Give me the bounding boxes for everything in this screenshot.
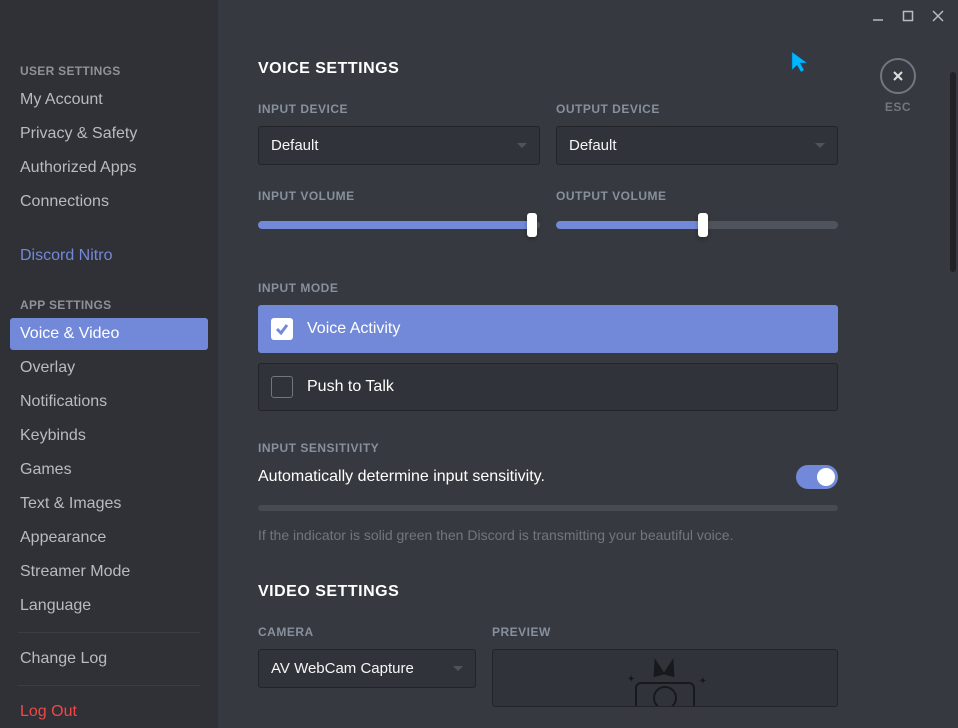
push-to-talk-label: Push to Talk — [307, 378, 394, 396]
settings-sidebar: USER SETTINGS My Account Privacy & Safet… — [0, 0, 218, 728]
sidebar-header-user-settings: USER SETTINGS — [10, 60, 208, 84]
sidebar-item-my-account[interactable]: My Account — [10, 84, 208, 116]
window-minimize-button[interactable] — [870, 8, 886, 24]
window-maximize-button[interactable] — [900, 8, 916, 24]
input-mode-push-to-talk[interactable]: Push to Talk — [258, 363, 838, 411]
chevron-down-icon — [815, 143, 825, 148]
chevron-down-icon — [517, 143, 527, 148]
sidebar-item-appearance[interactable]: Appearance — [10, 522, 208, 554]
input-device-value: Default — [271, 137, 319, 154]
input-mode-voice-activity[interactable]: Voice Activity — [258, 305, 838, 353]
input-device-dropdown[interactable]: Default — [258, 126, 540, 165]
sensitivity-indicator — [258, 505, 838, 511]
sidebar-item-keybinds[interactable]: Keybinds — [10, 420, 208, 452]
input-volume-slider[interactable] — [258, 213, 540, 237]
chevron-down-icon — [453, 666, 463, 671]
sidebar-item-streamer-mode[interactable]: Streamer Mode — [10, 556, 208, 588]
sensitivity-hint: If the indicator is solid green then Dis… — [258, 527, 838, 543]
output-device-dropdown[interactable]: Default — [556, 126, 838, 165]
sidebar-item-games[interactable]: Games — [10, 454, 208, 486]
sidebar-item-overlay[interactable]: Overlay — [10, 352, 208, 384]
camera-icon: ✦ ✦ — [625, 656, 705, 706]
sidebar-item-change-log[interactable]: Change Log — [10, 643, 208, 675]
voice-activity-label: Voice Activity — [307, 320, 400, 338]
voice-settings-title: VOICE SETTINGS — [258, 60, 838, 78]
sidebar-item-privacy-safety[interactable]: Privacy & Safety — [10, 118, 208, 150]
output-device-value: Default — [569, 137, 617, 154]
input-sensitivity-label: INPUT SENSITIVITY — [258, 441, 838, 455]
sidebar-item-notifications[interactable]: Notifications — [10, 386, 208, 418]
sidebar-header-app-settings: APP SETTINGS — [10, 294, 208, 318]
checkbox-checked-icon — [271, 318, 293, 340]
sidebar-item-text-images[interactable]: Text & Images — [10, 488, 208, 520]
camera-dropdown[interactable]: AV WebCam Capture — [258, 649, 476, 688]
output-device-label: OUTPUT DEVICE — [556, 102, 838, 116]
input-volume-label: INPUT VOLUME — [258, 189, 540, 203]
output-volume-slider[interactable] — [556, 213, 838, 237]
scrollbar[interactable] — [950, 30, 958, 728]
video-settings-title: VIDEO SETTINGS — [258, 583, 838, 601]
input-device-label: INPUT DEVICE — [258, 102, 540, 116]
sidebar-item-voice-video[interactable]: Voice & Video — [10, 318, 208, 350]
window-close-button[interactable] — [930, 8, 946, 24]
sidebar-item-log-out[interactable]: Log Out — [10, 696, 208, 728]
sidebar-item-language[interactable]: Language — [10, 590, 208, 622]
input-mode-label: INPUT MODE — [258, 281, 838, 295]
camera-preview: ✦ ✦ — [492, 649, 838, 707]
preview-label: PREVIEW — [492, 625, 838, 639]
auto-sensitivity-text: Automatically determine input sensitivit… — [258, 468, 545, 486]
checkbox-unchecked-icon — [271, 376, 293, 398]
auto-sensitivity-toggle[interactable] — [796, 465, 838, 489]
esc-label: ESC — [885, 100, 911, 114]
camera-label: CAMERA — [258, 625, 476, 639]
sidebar-item-discord-nitro[interactable]: Discord Nitro — [10, 240, 208, 272]
sidebar-item-connections[interactable]: Connections — [10, 186, 208, 218]
sidebar-item-authorized-apps[interactable]: Authorized Apps — [10, 152, 208, 184]
camera-value: AV WebCam Capture — [271, 660, 414, 677]
close-settings-button[interactable]: ESC — [880, 58, 916, 114]
settings-content: ESC VOICE SETTINGS INPUT DEVICE Default … — [218, 0, 958, 728]
output-volume-label: OUTPUT VOLUME — [556, 189, 838, 203]
